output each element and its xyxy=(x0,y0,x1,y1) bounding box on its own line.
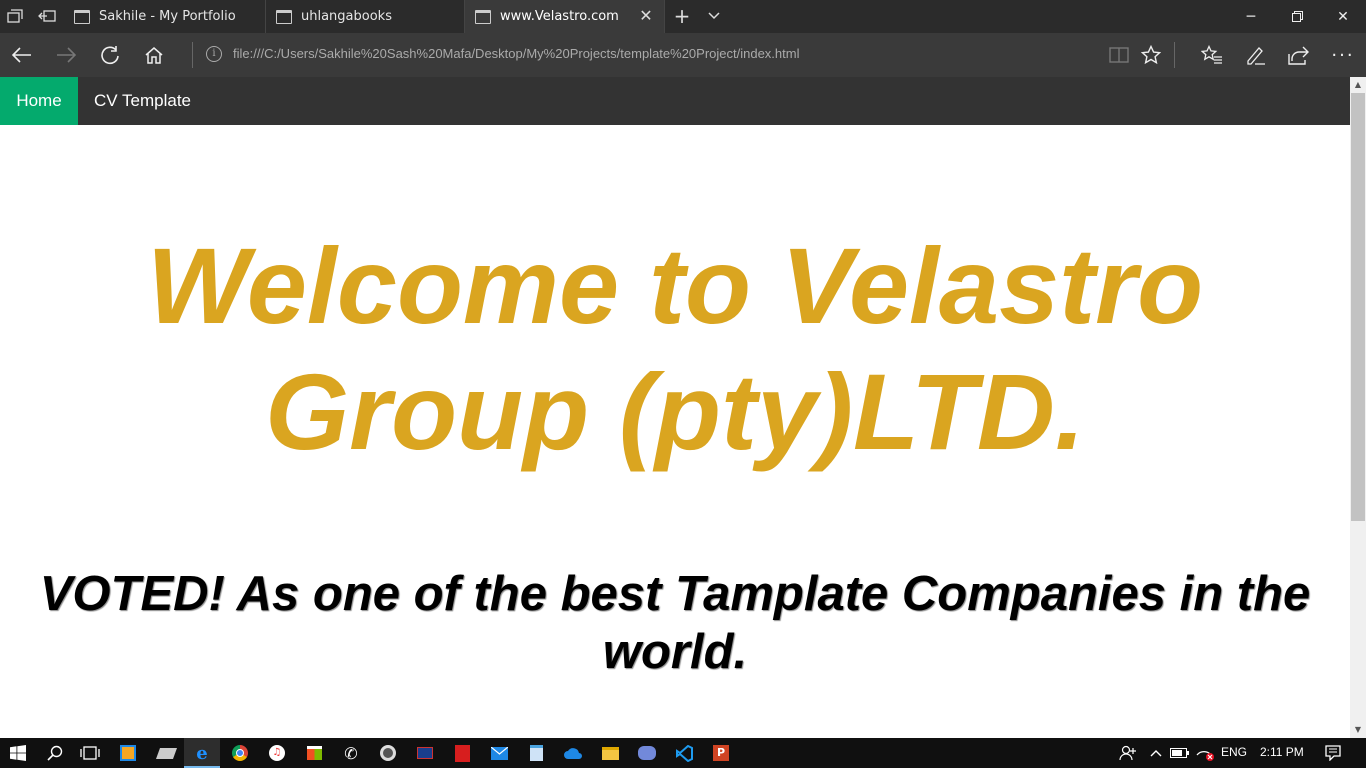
network-disconnected-icon[interactable] xyxy=(1193,741,1217,765)
scroll-down-icon[interactable]: ▼ xyxy=(1350,722,1366,738)
action-center-icon[interactable] xyxy=(1321,741,1345,765)
battery-icon[interactable] xyxy=(1168,741,1192,765)
discord-icon[interactable] xyxy=(635,741,659,765)
subheading-line: world. xyxy=(602,625,748,679)
page-icon xyxy=(475,9,491,24)
clock[interactable]: 2:11 PM xyxy=(1260,745,1304,759)
acrobat-icon[interactable] xyxy=(450,741,474,765)
favorites-hub-icon[interactable] xyxy=(1197,40,1227,70)
share-icon[interactable] xyxy=(1284,40,1314,70)
forward-icon[interactable] xyxy=(51,40,81,70)
windows-taskbar: e ♫ ✆ P ENG 2:11 PM xyxy=(0,738,1366,768)
tab-velastro[interactable]: www.Velastro.com ✕ xyxy=(465,0,665,33)
page-icon xyxy=(276,9,292,24)
search-icon[interactable] xyxy=(43,741,67,765)
chevron-up-icon[interactable] xyxy=(1144,741,1168,765)
tab-bar: Sakhile - My Portfolio uhlangabooks www.… xyxy=(0,0,1366,33)
info-icon[interactable]: i xyxy=(206,46,222,62)
home-icon[interactable] xyxy=(139,40,169,70)
divider xyxy=(192,42,193,68)
site-navigation: Home CV Template xyxy=(0,77,1350,125)
nav-link-cv-template[interactable]: CV Template xyxy=(78,77,207,125)
tab-uhlangabooks[interactable]: uhlangabooks xyxy=(266,0,465,33)
close-window-icon[interactable]: ✕ xyxy=(1320,0,1366,33)
tab-portfolio[interactable]: Sakhile - My Portfolio xyxy=(64,0,266,33)
vscode-icon[interactable] xyxy=(672,741,696,765)
address-input[interactable]: file:///C:/Users/Sakhile%20Sash%20Mafa/D… xyxy=(233,46,799,61)
tab-preview-icon[interactable] xyxy=(4,6,26,26)
hero-heading-line: Group (pty)LTD. xyxy=(265,351,1085,472)
set-tabs-aside-icon[interactable] xyxy=(36,6,58,26)
scrollbar-thumb[interactable] xyxy=(1351,93,1365,521)
file-explorer-icon[interactable] xyxy=(598,741,622,765)
notepad-icon[interactable] xyxy=(524,741,548,765)
tab-title: www.Velastro.com xyxy=(500,9,619,24)
hero-heading: Welcome to Velastro Group (pty)LTD. xyxy=(0,223,1350,475)
pen-icon[interactable] xyxy=(1241,40,1271,70)
task-view-icon[interactable] xyxy=(78,741,102,765)
restore-icon[interactable] xyxy=(1274,0,1320,33)
tab-title: uhlangabooks xyxy=(301,9,392,24)
favorite-star-icon[interactable] xyxy=(1136,40,1166,70)
powerpoint-icon[interactable]: P xyxy=(709,741,733,765)
media-player-icon[interactable] xyxy=(116,741,140,765)
people-icon[interactable] xyxy=(1116,741,1140,765)
nav-link-home[interactable]: Home xyxy=(0,77,78,125)
chevron-down-icon[interactable] xyxy=(703,6,725,26)
windows-start-icon[interactable] xyxy=(6,741,30,765)
scroll-up-icon[interactable]: ▲ xyxy=(1350,77,1366,93)
phone-icon[interactable]: ✆ xyxy=(339,741,363,765)
close-tab-icon[interactable]: ✕ xyxy=(638,8,654,24)
storage-app-icon[interactable] xyxy=(154,741,178,765)
subheading-line: VOTED! As one of the best Tamplate Compa… xyxy=(39,567,1311,621)
tab-title: Sakhile - My Portfolio xyxy=(99,9,236,24)
chrome-icon[interactable] xyxy=(228,741,252,765)
map-app-icon[interactable] xyxy=(413,741,437,765)
itunes-icon[interactable]: ♫ xyxy=(265,741,289,765)
store-icon[interactable] xyxy=(302,741,326,765)
page-icon xyxy=(74,9,90,24)
navigation-bar: i file:///C:/Users/Sakhile%20Sash%20Mafa… xyxy=(0,33,1366,77)
back-icon[interactable] xyxy=(7,40,37,70)
minimize-icon[interactable]: ─ xyxy=(1228,0,1274,33)
reading-view-icon[interactable] xyxy=(1104,40,1134,70)
divider xyxy=(1174,42,1175,68)
media-app-icon[interactable] xyxy=(376,741,400,765)
voted-subheading: VOTED! As one of the best Tamplate Compa… xyxy=(0,565,1350,681)
web-page: Home CV Template Welcome to Velastro Gro… xyxy=(0,77,1350,738)
hero-heading-line: Welcome to Velastro xyxy=(146,225,1204,346)
vertical-scrollbar[interactable]: ▲ ▼ xyxy=(1350,77,1366,738)
edge-icon[interactable]: e xyxy=(190,741,214,765)
language-indicator[interactable]: ENG xyxy=(1221,745,1247,759)
new-tab-icon[interactable]: + xyxy=(671,4,693,28)
mail-icon[interactable] xyxy=(487,741,511,765)
more-options-icon[interactable]: ··· xyxy=(1328,40,1358,70)
refresh-icon[interactable] xyxy=(95,40,125,70)
onedrive-icon[interactable] xyxy=(561,741,585,765)
